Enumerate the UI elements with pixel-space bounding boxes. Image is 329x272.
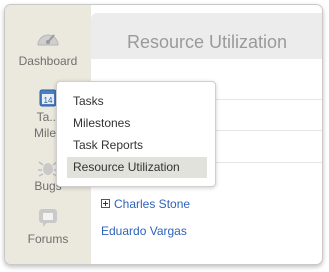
dashboard-gauge-icon bbox=[37, 34, 59, 46]
sidebar-item-label: Dashboard bbox=[18, 54, 78, 68]
menu-item-milestones[interactable]: Milestones bbox=[67, 113, 207, 134]
table-row[interactable]: Charles Stone bbox=[101, 197, 190, 211]
app-window: Dashboard 14 Ta... Miles Bugs Forums Res… bbox=[4, 4, 323, 265]
menu-item-resource-utilization[interactable]: Resource Utilization bbox=[67, 157, 207, 178]
page-title: Resource Utilization bbox=[127, 32, 288, 52]
sidebar-item-label: Forums bbox=[27, 232, 69, 246]
page-header: Resource Utilization bbox=[91, 13, 322, 59]
sidebar-item-dashboard[interactable]: Dashboard bbox=[5, 27, 91, 68]
popup-menu: Tasks Milestones Task Reports Resource U… bbox=[56, 81, 216, 187]
table-row[interactable]: Eduardo Vargas bbox=[101, 224, 187, 238]
row-label[interactable]: Charles Stone bbox=[114, 197, 190, 211]
svg-text:14: 14 bbox=[44, 96, 53, 105]
expand-icon[interactable] bbox=[101, 199, 110, 208]
menu-item-tasks[interactable]: Tasks bbox=[67, 91, 207, 112]
sidebar-item-forums[interactable]: Forums bbox=[5, 207, 91, 246]
row-label[interactable]: Eduardo Vargas bbox=[101, 224, 187, 238]
chat-bubble-icon bbox=[39, 209, 57, 227]
calendar-icon: 14 bbox=[39, 89, 57, 107]
menu-item-task-reports[interactable]: Task Reports bbox=[67, 135, 207, 156]
